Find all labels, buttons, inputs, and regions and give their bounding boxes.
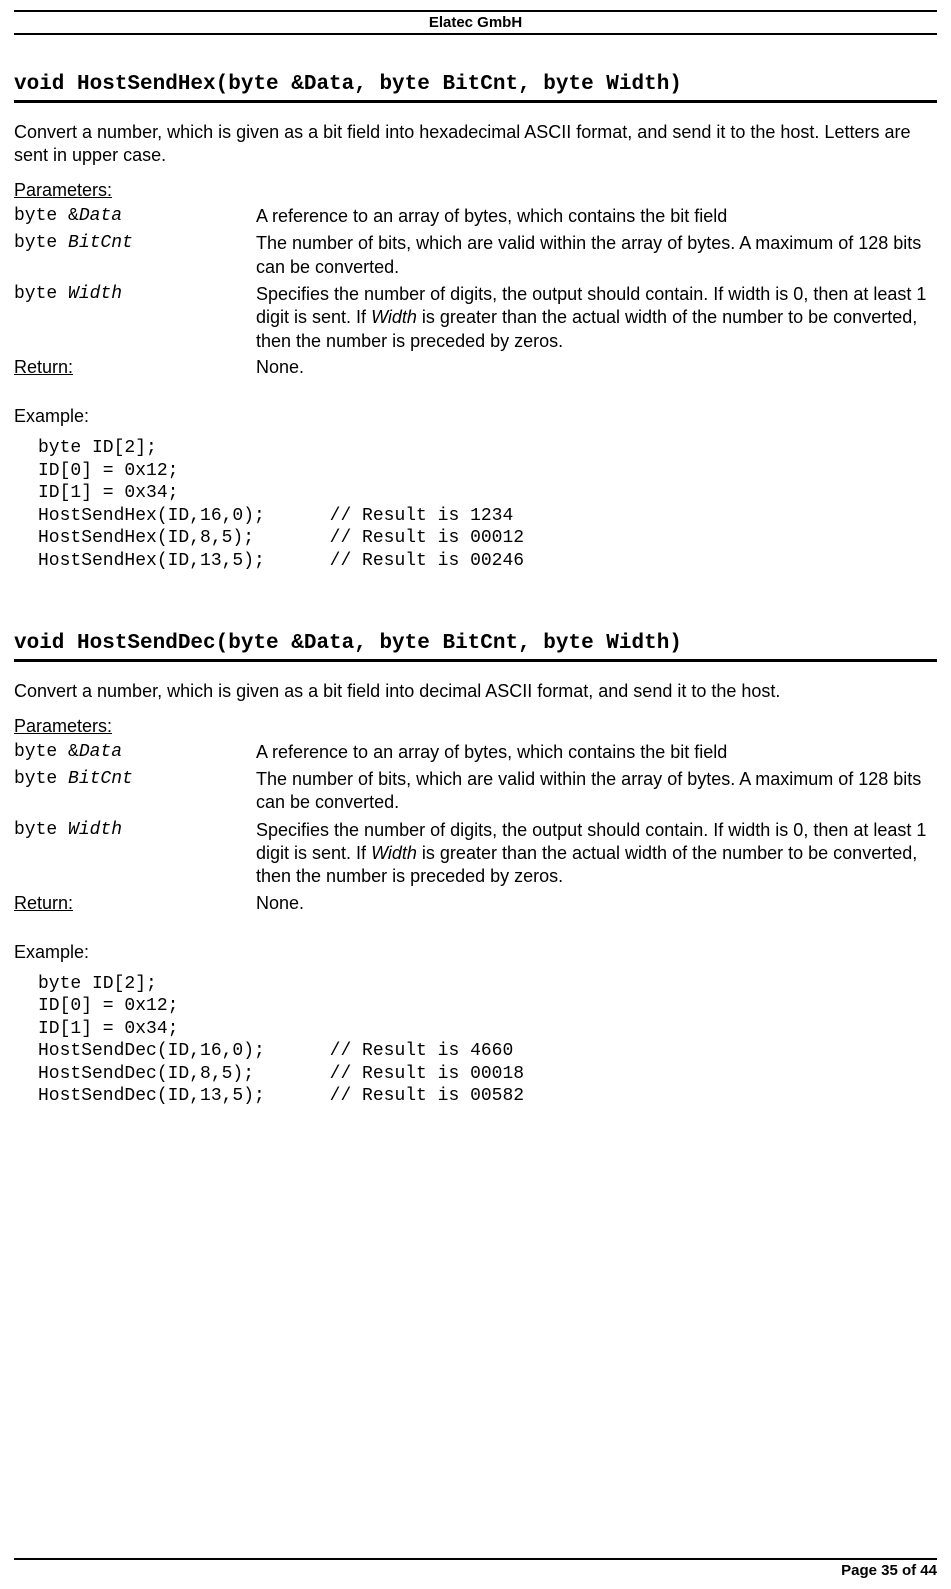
param-row: byte &Data A reference to an array of by… [14, 741, 937, 764]
param-desc: A reference to an array of bytes, which … [256, 741, 937, 764]
return-row: Return: None. [14, 357, 937, 378]
param-desc: Specifies the number of digits, the outp… [256, 283, 937, 353]
parameters-heading: Parameters: [14, 716, 937, 737]
return-value: None. [256, 893, 304, 914]
param-name: byte &Data [14, 205, 256, 228]
param-row: byte BitCnt The number of bits, which ar… [14, 232, 937, 279]
example-label: Example: [14, 406, 937, 427]
page-number: Page 35 of 44 [14, 1562, 937, 1579]
return-label: Return: [14, 357, 256, 378]
func-signature-dec: void HostSendDec(byte &Data, byte BitCnt… [14, 632, 937, 662]
param-desc: The number of bits, which are valid with… [256, 768, 937, 815]
param-desc: Specifies the number of digits, the outp… [256, 819, 937, 889]
code-block: byte ID[2]; ID[0] = 0x12; ID[1] = 0x34; … [38, 973, 937, 1108]
func-signature-hex: void HostSendHex(byte &Data, byte BitCnt… [14, 73, 937, 103]
header-rule [14, 33, 937, 35]
param-name: byte Width [14, 819, 256, 889]
code-block: byte ID[2]; ID[0] = 0x12; ID[1] = 0x34; … [38, 437, 937, 572]
page: Elatec GmbH void HostSendHex(byte &Data,… [0, 0, 951, 1589]
func-desc: Convert a number, which is given as a bi… [14, 680, 937, 703]
param-desc: A reference to an array of bytes, which … [256, 205, 937, 228]
param-row: byte Width Specifies the number of digit… [14, 819, 937, 889]
example-label: Example: [14, 942, 937, 963]
return-row: Return: None. [14, 893, 937, 914]
param-name: byte &Data [14, 741, 256, 764]
footer: Page 35 of 44 [14, 1558, 937, 1579]
func-desc: Convert a number, which is given as a bi… [14, 121, 937, 168]
param-name: byte Width [14, 283, 256, 353]
top-rule [14, 10, 937, 12]
footer-rule [14, 1558, 937, 1560]
header-company: Elatec GmbH [14, 14, 937, 31]
param-name: byte BitCnt [14, 768, 256, 815]
parameters-heading: Parameters: [14, 180, 937, 201]
param-row: byte BitCnt The number of bits, which ar… [14, 768, 937, 815]
return-label: Return: [14, 893, 256, 914]
param-desc: The number of bits, which are valid with… [256, 232, 937, 279]
param-row: byte &Data A reference to an array of by… [14, 205, 937, 228]
return-value: None. [256, 357, 304, 378]
param-name: byte BitCnt [14, 232, 256, 279]
param-row: byte Width Specifies the number of digit… [14, 283, 937, 353]
